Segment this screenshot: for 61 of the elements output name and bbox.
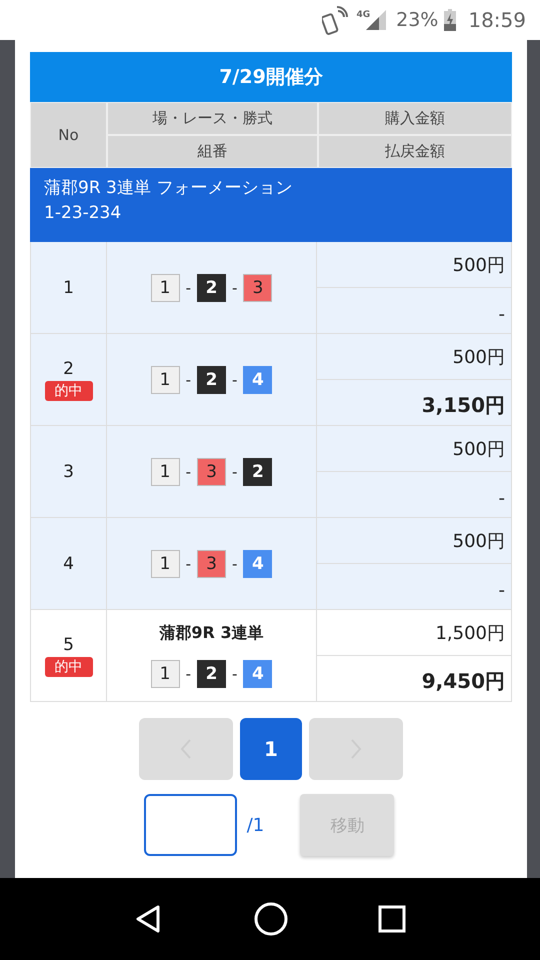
- boat-number: 3: [197, 550, 226, 578]
- race-label: 蒲郡9R 3連単 フォーメーション: [44, 177, 294, 199]
- hit-badge: 的中: [44, 656, 92, 676]
- boat-number: 2: [197, 274, 226, 302]
- row-number: 1: [63, 278, 74, 298]
- clock-time: 18:59: [468, 8, 526, 32]
- boat-number: 1: [150, 660, 180, 688]
- amount-cell: -: [317, 472, 511, 517]
- boat-number: 2: [243, 458, 272, 486]
- amount-cell: 500円: [317, 426, 511, 471]
- column-header: 払戻金額: [319, 136, 511, 167]
- home-icon[interactable]: [252, 901, 289, 937]
- boat-number: 4: [243, 366, 272, 394]
- amount-cell: -: [317, 564, 511, 609]
- battery-charging-icon: [444, 9, 456, 31]
- amount-cell: 9,450円: [317, 656, 511, 701]
- amount-cell: 500円: [317, 518, 511, 563]
- page-input-field[interactable]: [144, 794, 237, 856]
- race-label: 蒲郡9R 3連単: [159, 623, 264, 644]
- column-header: 組番: [108, 136, 317, 167]
- network-label: 4G: [356, 10, 370, 20]
- dash-separator: -: [186, 554, 191, 572]
- dash-separator: -: [232, 462, 238, 480]
- dash-separator: -: [186, 278, 191, 296]
- amount-cell: -: [317, 288, 511, 333]
- dash-separator: -: [186, 665, 191, 683]
- page-total: /1: [246, 814, 264, 836]
- boat-number: 3: [197, 458, 226, 486]
- amount-cell: 500円: [317, 334, 511, 379]
- boat-number: 2: [197, 366, 226, 394]
- battery-percent: 23%: [396, 9, 438, 31]
- nfc-phone-icon: [322, 5, 350, 35]
- boat-number: 4: [243, 660, 272, 688]
- boat-number: 1: [150, 550, 180, 578]
- boat-number: 1: [150, 366, 180, 394]
- boat-number: 1: [150, 274, 180, 302]
- row-number: 2: [63, 358, 74, 378]
- recents-icon[interactable]: [378, 905, 406, 933]
- dialog-title: 7/29開催分: [30, 52, 512, 102]
- dash-separator: -: [186, 462, 191, 480]
- row-number: 5: [63, 634, 74, 654]
- boat-number: 1: [150, 458, 180, 486]
- boat-number: 4: [243, 550, 272, 578]
- dash-separator: -: [232, 278, 238, 296]
- dash-separator: -: [232, 665, 238, 683]
- column-header: No: [31, 103, 106, 167]
- row-number: 4: [63, 554, 74, 574]
- row-number: 3: [63, 462, 74, 482]
- page-button[interactable]: 1: [240, 718, 302, 780]
- boat-number: 3: [243, 274, 272, 302]
- amount-cell: 500円: [317, 242, 511, 287]
- dash-separator: -: [186, 370, 191, 388]
- hit-badge: 的中: [44, 380, 92, 400]
- dash-separator: -: [232, 554, 238, 572]
- column-header: 購入金額: [319, 103, 511, 134]
- amount-cell: 3,150円: [317, 380, 511, 425]
- combination-label: 1-23-234: [44, 203, 122, 223]
- dash-separator: -: [232, 370, 238, 388]
- column-header: 場・レース・勝式: [108, 103, 317, 134]
- amount-cell: 1,500円: [317, 610, 511, 655]
- boat-number: 2: [197, 660, 226, 688]
